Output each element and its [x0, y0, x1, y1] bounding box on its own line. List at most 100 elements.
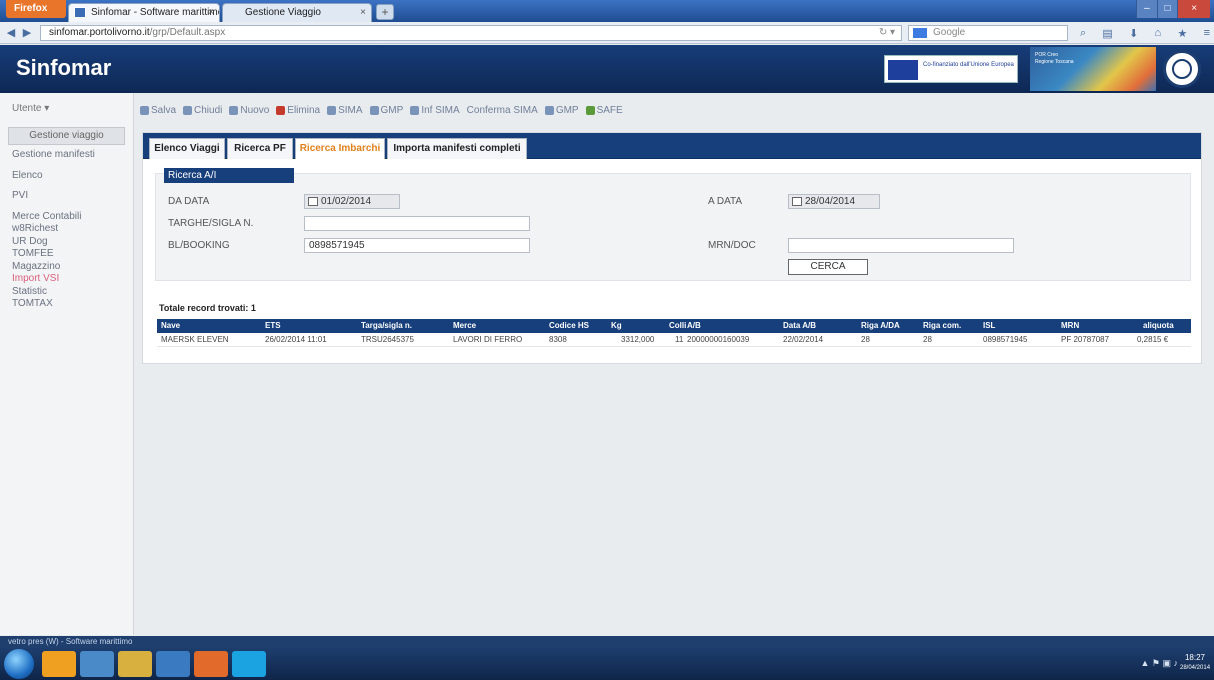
remote-icon[interactable] [156, 651, 190, 677]
sidebar-item-gestione-viaggio[interactable]: Gestione viaggio [8, 127, 125, 145]
column-header[interactable]: Merce [453, 319, 476, 333]
sidebar-item[interactable]: TOMTAX [0, 298, 133, 311]
cerca-button[interactable]: CERCA [788, 259, 868, 275]
sidebar-item[interactable]: TOMFEE [0, 248, 133, 261]
mrn-label: MRN/DOC [708, 240, 756, 251]
close-icon[interactable]: × [360, 4, 366, 21]
sidebar-item[interactable]: Merce Contabili [0, 211, 133, 224]
save-button[interactable]: Salva [140, 105, 176, 116]
skype-icon[interactable] [232, 651, 266, 677]
new-tab-button[interactable]: + [376, 4, 394, 20]
explorer-icon[interactable] [80, 651, 114, 677]
cell-mrn: PF 20787087 [1061, 335, 1110, 344]
gear-icon [544, 105, 554, 115]
delete-button[interactable]: Elimina [276, 105, 320, 116]
back-icon[interactable]: ◀ [4, 26, 18, 40]
column-header[interactable]: Riga A/DA [861, 319, 900, 333]
column-header[interactable]: Nave [161, 319, 180, 333]
tab-elenco-viaggi[interactable]: Elenco Viaggi [149, 138, 225, 159]
sidebar-item[interactable]: Gestione manifesti [0, 149, 133, 162]
close-icon[interactable]: × [208, 4, 214, 21]
ship-icon [369, 105, 379, 115]
search-icon[interactable]: ⌕ [1080, 27, 1086, 40]
close-button[interactable]: Chiudi [183, 105, 222, 116]
calendar-icon[interactable] [308, 197, 318, 206]
sidebar-item[interactable]: Statistic [0, 286, 133, 299]
tab-importa-manifesti[interactable]: Importa manifesti completi [387, 138, 527, 159]
star-icon[interactable]: ★ [1177, 27, 1187, 40]
gmp-button[interactable]: GMP [369, 105, 403, 116]
system-tray[interactable]: ▲ ⚑ ▣ ♪ [1141, 658, 1178, 669]
folder-icon [183, 105, 193, 115]
user-menu[interactable]: Utente ▾ [0, 93, 133, 125]
search-input[interactable]: Google [908, 25, 1068, 41]
column-header[interactable]: Kg [611, 319, 622, 333]
column-header[interactable]: A/B [687, 319, 701, 333]
cell-merce: LAVORI DI FERRO [453, 335, 523, 344]
outlook-icon[interactable] [42, 651, 76, 677]
sima-button[interactable]: SIMA [327, 105, 363, 116]
cell-ets: 26/02/2014 11:01 [265, 335, 327, 344]
start-button-icon[interactable] [4, 649, 34, 679]
mrn-field[interactable] [788, 238, 1014, 253]
column-header[interactable]: ISL [983, 319, 995, 333]
refresh-icon [229, 105, 239, 115]
taskbar: ▲ ⚑ ▣ ♪ 18:27 28/04/2014 [0, 648, 1214, 680]
column-header[interactable]: Colli [669, 319, 686, 333]
sidebar-item[interactable]: Elenco [0, 170, 133, 183]
targa-field[interactable] [304, 216, 530, 231]
column-header[interactable]: MRN [1061, 319, 1079, 333]
save-icon [140, 105, 149, 115]
calendar-icon[interactable] [792, 197, 802, 206]
tab-ricerca-pf[interactable]: Ricerca PF [227, 138, 293, 159]
regional-logo: POR Creo Regione Toscana [1030, 47, 1156, 91]
sidebar-item[interactable]: Magazzino [0, 261, 133, 274]
gmp2-button[interactable]: GMP [544, 105, 579, 116]
sidebar-item[interactable]: UR Dog [0, 236, 133, 249]
home-icon[interactable]: ⌂ [1155, 27, 1162, 39]
cell-aliquota: 0,2815 € [1137, 335, 1169, 344]
safe-button[interactable]: SAFE [585, 105, 623, 116]
browser-tab-sinfomar[interactable]: Sinfomar - Software marittimo × [68, 3, 220, 22]
a-data-field[interactable]: 28/04/2014 [788, 194, 880, 209]
bookmarks-icon[interactable]: ▤ [1102, 27, 1112, 40]
url-bar[interactable]: sinfomar.portolivorno.it/grp/Default.asp… [40, 25, 902, 41]
inf-sima-button[interactable]: Inf SIMA [410, 105, 460, 116]
browser-nav-bar: ◀ ▶ sinfomar.portolivorno.it/grp/Default… [0, 22, 1214, 44]
sidebar-item-import[interactable]: Import VSI [0, 273, 133, 286]
tab-ricerca-imbarchi[interactable]: Ricerca Imbarchi [295, 138, 385, 159]
table-row[interactable]: MAERSK ELEVEN 26/02/2014 11:01 TRSU26453… [157, 333, 1191, 347]
column-header[interactable]: Targa/sigla n. [361, 319, 412, 333]
window-controls: – □ × [1136, 0, 1210, 18]
browser-toolbar-icons: ⌕ ▤ ⬇ ⌂ ★ ≡ [1080, 25, 1210, 41]
new-button[interactable]: Nuovo [229, 105, 269, 116]
favicon-icon [74, 7, 86, 18]
forward-icon[interactable]: ▶ [20, 26, 34, 40]
column-header[interactable]: Riga com. [923, 319, 961, 333]
reload-icon[interactable]: ↻ ▾ [879, 26, 895, 40]
browser-tab-gestione[interactable]: Gestione Viaggio × [222, 3, 372, 22]
firefox-icon[interactable] [194, 651, 228, 677]
da-data-field[interactable]: 01/02/2014 [304, 194, 400, 209]
window-close-icon[interactable]: × [1177, 0, 1210, 18]
sidebar: Utente ▾ Gestione viaggio Gestione manif… [0, 93, 134, 635]
clock[interactable]: 18:27 28/04/2014 [1180, 653, 1210, 673]
column-header[interactable]: ETS [265, 319, 281, 333]
sidebar-item[interactable]: PVI [0, 190, 133, 203]
ship-icon [327, 105, 337, 115]
booking-field[interactable]: 0898571945 [304, 238, 530, 253]
minimize-icon[interactable]: – [1136, 0, 1157, 18]
sidebar-item[interactable]: w8Richest [0, 223, 133, 236]
conferma-sima-button[interactable]: Conferma SIMA [467, 105, 538, 116]
firefox-menu-button[interactable]: Firefox [6, 0, 66, 18]
folder-icon[interactable] [118, 651, 152, 677]
column-header[interactable]: Data A/B [783, 319, 816, 333]
column-header[interactable]: Codice HS [549, 319, 589, 333]
column-header[interactable]: aliquota [1143, 319, 1174, 333]
maximize-icon[interactable]: □ [1156, 0, 1178, 18]
cell-ab: 20000000160039 [687, 335, 750, 344]
menu-icon[interactable]: ≡ [1204, 27, 1210, 39]
booking-label: BL/BOOKING [168, 240, 230, 251]
download-icon[interactable]: ⬇ [1129, 27, 1138, 40]
a-data-label: A DATA [708, 196, 743, 207]
